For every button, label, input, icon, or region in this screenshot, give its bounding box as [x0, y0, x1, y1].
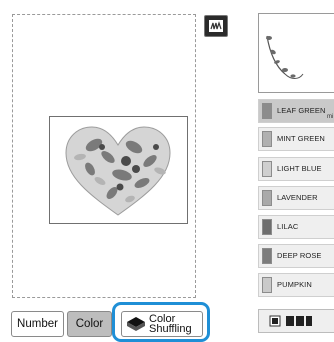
thread-color-item[interactable]: DEEP ROSE: [258, 244, 334, 268]
view-scroll-bar[interactable]: [258, 309, 334, 333]
thread-color-name: LAVENDER: [277, 193, 318, 202]
color-swatch: [262, 277, 272, 293]
thread-color-item[interactable]: LILAC: [258, 215, 334, 239]
color-button[interactable]: Color: [67, 311, 112, 337]
color-swatch: [262, 103, 272, 119]
spool-icon: [127, 317, 145, 331]
thread-color-item[interactable]: LEAF GREEN mi: [258, 99, 334, 123]
design-thumbnail: [258, 13, 334, 93]
number-button-label: Number: [17, 318, 58, 330]
color-shuffling-label-2: Shuffling: [149, 323, 192, 335]
color-swatch: [262, 248, 272, 264]
thread-color-name: MINT GREEN: [277, 134, 325, 143]
thread-color-name: PUMPKIN: [277, 280, 312, 289]
color-shuffling-button[interactable]: Color Shuffling: [121, 311, 203, 337]
thread-color-name: DEEP ROSE: [277, 251, 322, 260]
thread-color-name: LIGHT BLUE: [277, 164, 322, 173]
single-page-icon[interactable]: [269, 315, 281, 327]
number-button[interactable]: Number: [11, 311, 64, 337]
design-frame: [49, 116, 188, 224]
thread-color-item[interactable]: LAVENDER: [258, 186, 334, 210]
thread-color-item[interactable]: MINT GREEN: [258, 127, 334, 151]
embroidery-preview-area: [12, 14, 196, 298]
preview-toggle-icon[interactable]: [204, 15, 228, 37]
thread-color-item[interactable]: PUMPKIN: [258, 273, 334, 297]
thread-color-sub: mi: [327, 114, 334, 120]
color-swatch: [262, 190, 272, 206]
thread-color-item[interactable]: LIGHT BLUE: [258, 157, 334, 181]
color-swatch: [262, 131, 272, 147]
thread-color-name: LILAC: [277, 222, 299, 231]
floral-heart-design: [65, 126, 171, 216]
color-swatch: [262, 161, 272, 177]
color-swatch: [262, 219, 272, 235]
thread-color-name: LEAF GREEN: [277, 106, 326, 115]
multi-page-icon[interactable]: [285, 315, 313, 327]
color-button-label: Color: [75, 318, 104, 330]
